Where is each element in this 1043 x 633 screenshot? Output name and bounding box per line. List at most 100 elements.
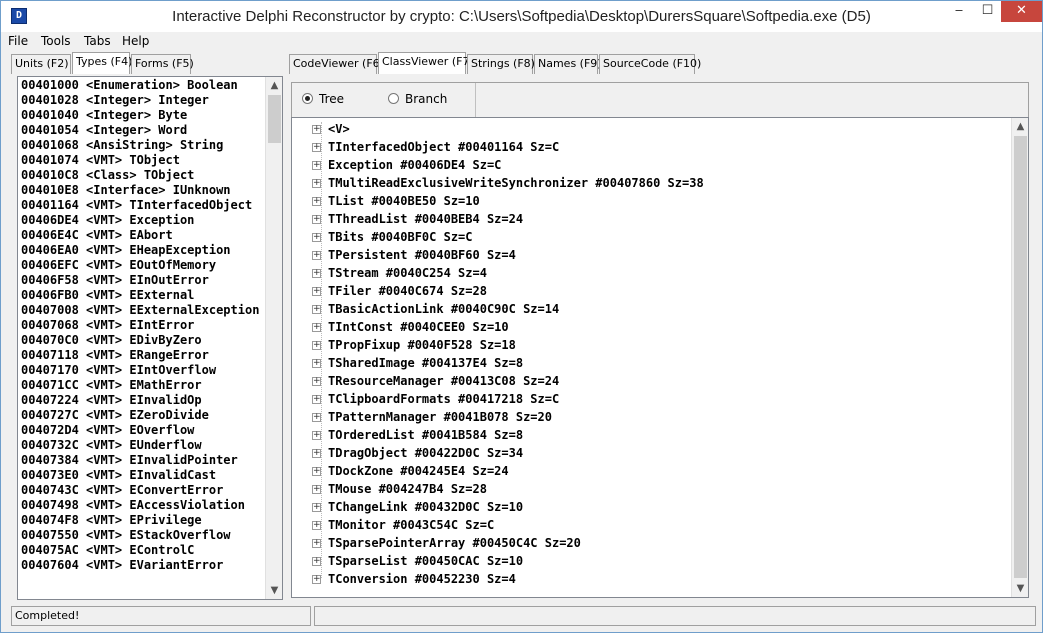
scroll-up-icon[interactable]: ▲ [266,77,282,94]
expand-icon[interactable]: + [312,377,321,386]
tree-item[interactable]: + Exception #00406DE4 Sz=C [312,156,1006,174]
type-list-item[interactable]: 00407170 <VMT> EIntOverflow [21,363,261,378]
tree-item[interactable]: + TPropFixup #0040F528 Sz=18 [312,336,1006,354]
menu-file[interactable]: File [8,34,28,48]
tree-item[interactable]: + TIntConst #0040CEE0 Sz=10 [312,318,1006,336]
tree-item[interactable]: + <V> [312,120,1006,138]
type-list-item[interactable]: 00406EFC <VMT> EOutOfMemory [21,258,261,273]
tab-names[interactable]: Names (F9) [534,54,602,74]
type-list-item[interactable]: 00401000 <Enumeration> Boolean [21,78,261,93]
tree-item[interactable]: + TPatternManager #0041B078 Sz=20 [312,408,1006,426]
type-list-item[interactable]: 00406EA0 <VMT> EHeapException [21,243,261,258]
tree-item[interactable]: + TMouse #004247B4 Sz=28 [312,480,1006,498]
tree-item[interactable]: + TBasicActionLink #0040C90C Sz=14 [312,300,1006,318]
types-list-scrollbar[interactable]: ▲ ▼ [265,77,282,599]
type-list-item[interactable]: 00401040 <Integer> Byte [21,108,261,123]
type-list-item[interactable]: 00401068 <AnsiString> String [21,138,261,153]
tree-item[interactable]: + TInterfacedObject #00401164 Sz=C [312,138,1006,156]
expand-icon[interactable]: + [312,341,321,350]
expand-icon[interactable]: + [312,233,321,242]
tree-item[interactable]: + TPersistent #0040BF60 Sz=4 [312,246,1006,264]
expand-icon[interactable]: + [312,125,321,134]
tree-item[interactable]: + TDragObject #00422D0C Sz=34 [312,444,1006,462]
type-list-item[interactable]: 00401074 <VMT> TObject [21,153,261,168]
expand-icon[interactable]: + [312,449,321,458]
type-list-item[interactable]: 004071CC <VMT> EMathError [21,378,261,393]
menu-tools[interactable]: Tools [41,34,71,48]
tree-item[interactable]: + TClipboardFormats #00417218 Sz=C [312,390,1006,408]
type-list-item[interactable]: 004072D4 <VMT> EOverflow [21,423,261,438]
tree-scroll-thumb[interactable] [1014,136,1027,578]
expand-icon[interactable]: + [312,521,321,530]
tree-item[interactable]: + TThreadList #0040BEB4 Sz=24 [312,210,1006,228]
type-list-item[interactable]: 00406E4C <VMT> EAbort [21,228,261,243]
expand-icon[interactable]: + [312,359,321,368]
type-list-item[interactable]: 00406FB0 <VMT> EExternal [21,288,261,303]
radio-tree-indicator[interactable] [302,93,313,104]
type-list-item[interactable]: 00407068 <VMT> EIntError [21,318,261,333]
tree-item[interactable]: + TStream #0040C254 Sz=4 [312,264,1006,282]
type-list-item[interactable]: 00407118 <VMT> ERangeError [21,348,261,363]
expand-icon[interactable]: + [312,197,321,206]
type-list-item[interactable]: 00407498 <VMT> EAccessViolation [21,498,261,513]
expand-icon[interactable]: + [312,269,321,278]
expand-icon[interactable]: + [312,575,321,584]
tab-forms[interactable]: Forms (F5) [131,54,194,74]
type-list-item[interactable]: 0040727C <VMT> EZeroDivide [21,408,261,423]
expand-icon[interactable]: + [312,305,321,314]
tree-item[interactable]: + TSharedImage #004137E4 Sz=8 [312,354,1006,372]
class-tree-scrollbar[interactable]: ▲ ▼ [1011,118,1028,597]
type-list-item[interactable]: 00401164 <VMT> TInterfacedObject [21,198,261,213]
tree-item[interactable]: + TSparseList #00450CAC Sz=10 [312,552,1006,570]
expand-icon[interactable]: + [312,161,321,170]
menu-help[interactable]: Help [122,34,149,48]
class-tree[interactable]: + <V> + TInterfacedObject #00401164 Sz=C + Ex… [291,117,1029,598]
expand-icon[interactable]: + [312,413,321,422]
expand-icon[interactable]: + [312,503,321,512]
expand-icon[interactable]: + [312,539,321,548]
tree-scroll-up-icon[interactable]: ▲ [1012,118,1028,135]
type-list-item[interactable]: 0040732C <VMT> EUnderflow [21,438,261,453]
tree-item[interactable]: + TResourceManager #00413C08 Sz=24 [312,372,1006,390]
type-list-item[interactable]: 004074F8 <VMT> EPrivilege [21,513,261,528]
expand-icon[interactable]: + [312,557,321,566]
tree-item[interactable]: + TMultiReadExclusiveWriteSynchronizer #0… [312,174,1006,192]
radio-branch-indicator[interactable] [388,93,399,104]
close-button[interactable]: ✕ [1001,1,1042,22]
type-list-item[interactable]: 00407008 <VMT> EExternalException [21,303,261,318]
tab-types[interactable]: Types (F4) [72,52,132,74]
type-list-item[interactable]: 004010C8 <Class> TObject [21,168,261,183]
expand-icon[interactable]: + [312,287,321,296]
type-list-item[interactable]: 004010E8 <Interface> IUnknown [21,183,261,198]
expand-icon[interactable]: + [312,323,321,332]
tree-item[interactable]: + TOrderedList #0041B584 Sz=8 [312,426,1006,444]
tab-units[interactable]: Units (F2) [11,54,71,74]
menu-tabs[interactable]: Tabs [84,34,111,48]
tree-item[interactable]: + TChangeLink #00432D0C Sz=10 [312,498,1006,516]
type-list-item[interactable]: 00406F58 <VMT> EInOutError [21,273,261,288]
tree-scroll-down-icon[interactable]: ▼ [1012,580,1028,597]
type-list-item[interactable]: 00401028 <Integer> Integer [21,93,261,108]
type-list-item[interactable]: 004070C0 <VMT> EDivByZero [21,333,261,348]
expand-icon[interactable]: + [312,215,321,224]
type-list-item[interactable]: 00406DE4 <VMT> Exception [21,213,261,228]
types-list[interactable]: 00401000 <Enumeration> Boolean 00401028 <… [17,76,283,600]
tree-item[interactable]: + TBits #0040BF0C Sz=C [312,228,1006,246]
expand-icon[interactable]: + [312,431,321,440]
tab-sourcecode[interactable]: SourceCode (F10) [599,54,701,74]
type-list-item[interactable]: 0040743C <VMT> EConvertError [21,483,261,498]
expand-icon[interactable]: + [312,485,321,494]
tree-item[interactable]: + TSparsePointerArray #00450C4C Sz=20 [312,534,1006,552]
tree-item[interactable]: + TFiler #0040C674 Sz=28 [312,282,1006,300]
radio-tree[interactable]: Tree [302,92,344,106]
type-list-item[interactable]: 004073E0 <VMT> EInvalidCast [21,468,261,483]
title-bar[interactable]: D Interactive Delphi Reconstructor by cr… [1,1,1042,32]
scroll-down-icon[interactable]: ▼ [266,582,282,599]
expand-icon[interactable]: + [312,251,321,260]
tree-item[interactable]: + TList #0040BE50 Sz=10 [312,192,1006,210]
minimize-button[interactable]: ‒ [944,1,974,22]
type-list-item[interactable]: 00407384 <VMT> EInvalidPointer [21,453,261,468]
tab-strings[interactable]: Strings (F8) [467,54,535,74]
tree-item[interactable]: + TDockZone #004245E4 Sz=24 [312,462,1006,480]
type-list-item[interactable]: 00407224 <VMT> EInvalidOp [21,393,261,408]
